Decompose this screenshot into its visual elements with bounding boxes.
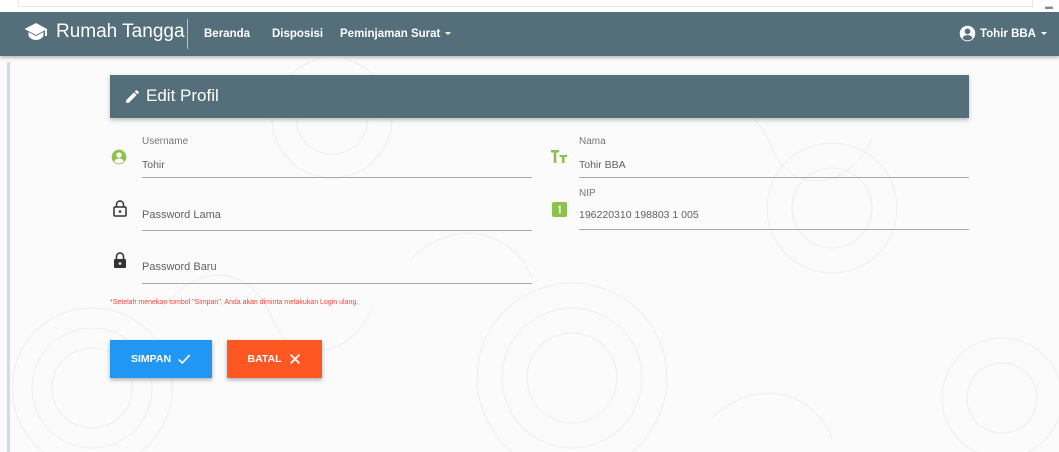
top-corner-mark: ▬ [1045, 2, 1053, 11]
check-icon [178, 354, 191, 365]
nip-underline [579, 229, 969, 230]
cancel-button-label: BATAL [247, 353, 282, 365]
page-title: Edit Profil [146, 86, 219, 105]
user-menu[interactable]: Tohir BBA [959, 25, 1047, 42]
account-circle-icon [111, 149, 127, 165]
nip-label: NIP [579, 188, 596, 199]
top-strip-frame [18, 0, 1033, 7]
username-field[interactable]: Username Tohir [142, 136, 532, 180]
nama-value: Tohir BBA [579, 159, 626, 171]
window-top-strip: ▬ [0, 0, 1059, 12]
password-old-placeholder: Password Lama [142, 209, 221, 221]
nip-field[interactable]: NIP 196220310 198803 1 005 [579, 188, 969, 232]
left-accent-bar [7, 62, 10, 452]
nav-peminjaman-surat[interactable]: Peminjaman Surat [340, 28, 452, 40]
navbar-divider [187, 19, 188, 49]
close-icon [289, 354, 300, 364]
cancel-button[interactable]: BATAL [227, 340, 322, 378]
password-old-underline [142, 230, 532, 231]
numeric-box-icon [552, 202, 567, 217]
username-label: Username [142, 136, 189, 147]
lock-open-icon [113, 200, 127, 217]
navbar: Rumah Tangga Beranda Disposisi Peminjama… [0, 12, 1059, 56]
user-name: Tohir BBA [979, 27, 1036, 40]
brand[interactable]: Rumah Tangga [24, 21, 185, 43]
password-new-underline [142, 283, 532, 284]
password-old-field[interactable]: Password Lama [142, 200, 532, 234]
nama-field[interactable]: Nama Tohir BBA [579, 136, 969, 180]
nama-label: Nama [579, 136, 606, 147]
username-value: Tohir [142, 159, 165, 171]
brand-title: Rumah Tangga [56, 21, 185, 42]
account-circle-icon [959, 25, 976, 42]
pencil-icon [126, 90, 139, 103]
relogin-note: *Setelah menekan tombol "Simpan", Anda a… [110, 299, 359, 306]
save-button[interactable]: SIMPAN [110, 340, 212, 378]
password-new-placeholder: Password Baru [142, 261, 217, 273]
save-button-label: SIMPAN [130, 353, 172, 365]
graduation-cap-icon [24, 23, 47, 40]
format-size-icon [551, 150, 567, 163]
nav-beranda[interactable]: Beranda [204, 28, 250, 40]
nip-value: 196220310 198803 1 005 [579, 209, 699, 221]
username-underline [142, 177, 532, 178]
chevron-down-icon [445, 32, 452, 36]
edit-profile-header: Edit Profil [110, 75, 969, 118]
nav-peminjaman-label: Peminjaman Surat [340, 28, 441, 40]
nav-disposisi[interactable]: Disposisi [272, 28, 323, 40]
lock-icon [114, 252, 126, 268]
password-new-field[interactable]: Password Baru [142, 252, 532, 286]
nama-underline [579, 177, 969, 178]
chevron-down-icon [1041, 32, 1047, 35]
